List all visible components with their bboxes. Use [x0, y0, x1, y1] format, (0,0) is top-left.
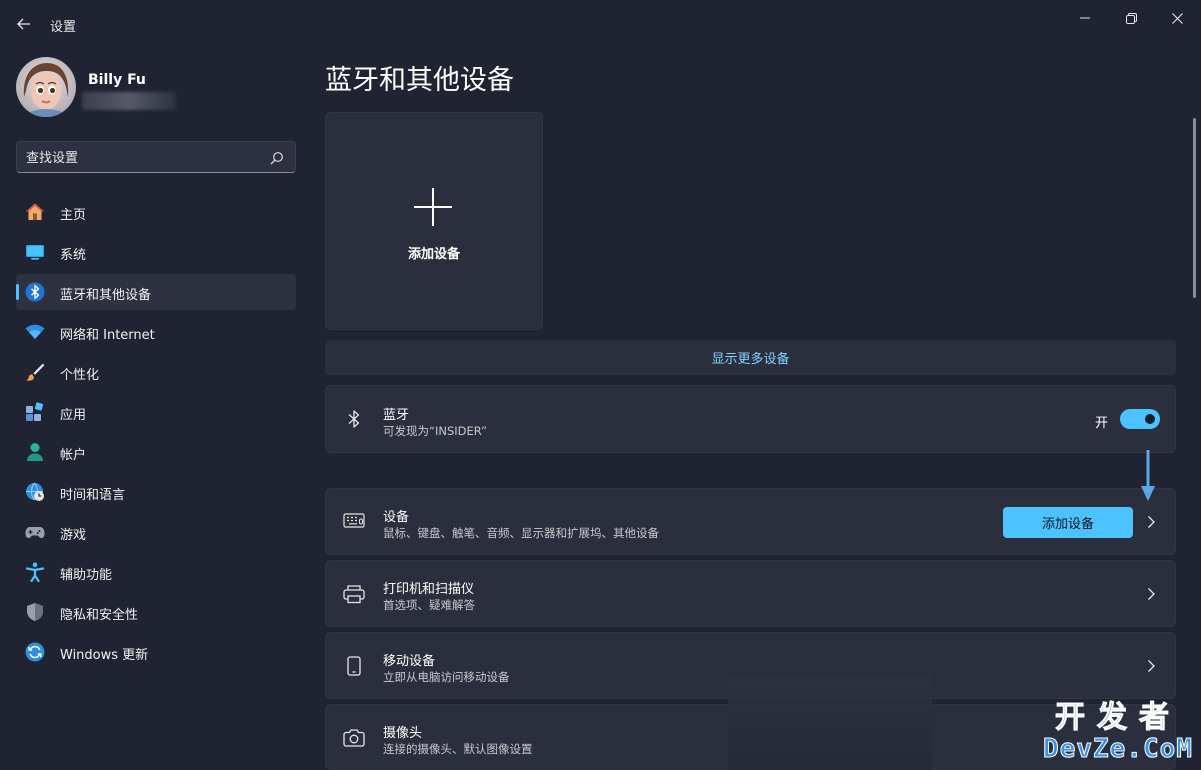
- camera-title: 摄像头: [383, 726, 423, 741]
- sidebar-item-time-language[interactable]: 时间和语言: [16, 474, 296, 510]
- sidebar-item-accounts[interactable]: 帐户: [16, 434, 296, 470]
- restore-icon: [1125, 12, 1137, 24]
- bluetooth-icon: [25, 282, 45, 302]
- apps-icon: [25, 402, 45, 422]
- printer-icon: [343, 583, 365, 605]
- add-device-tile[interactable]: 添加设备: [325, 112, 543, 330]
- bluetooth-subtitle: 可发现为“INSIDER”: [383, 424, 487, 438]
- devices-card[interactable]: 设备 鼠标、键盘、触笔、音频、显示器和扩展坞、其他设备 添加设备: [325, 488, 1176, 555]
- devices-title: 设备: [383, 510, 410, 525]
- sidebar-item-windows-update[interactable]: Windows 更新: [16, 634, 296, 670]
- sidebar-item-apps[interactable]: 应用: [16, 394, 296, 430]
- watermark-line1: 开发者: [1055, 700, 1181, 735]
- sidebar-item-system[interactable]: 系统: [16, 234, 296, 270]
- bluetooth-card: 蓝牙 可发现为“INSIDER” 开: [325, 385, 1176, 453]
- sidebar-item-label: 主页: [60, 208, 87, 223]
- sidebar-item-label: 个性化: [60, 368, 100, 383]
- sidebar-item-bluetooth[interactable]: 蓝牙和其他设备: [16, 274, 296, 310]
- chevron-right-icon[interactable]: [1144, 659, 1158, 673]
- sidebar-item-label: 蓝牙和其他设备: [60, 288, 152, 303]
- back-button[interactable]: [12, 12, 36, 36]
- sidebar-item-accessibility[interactable]: 辅助功能: [16, 554, 296, 590]
- search-icon[interactable]: [270, 151, 284, 165]
- add-device-button[interactable]: 添加设备: [1003, 507, 1133, 538]
- avatar[interactable]: [16, 57, 76, 117]
- shield-icon: [25, 602, 45, 622]
- sidebar-item-gaming[interactable]: 游戏: [16, 514, 296, 550]
- plus-icon: [414, 188, 452, 226]
- sidebar-item-label: 时间和语言: [60, 488, 126, 503]
- chevron-right-icon[interactable]: [1144, 515, 1158, 529]
- sidebar-item-network[interactable]: 网络和 Internet: [16, 314, 296, 350]
- page-title: 蓝牙和其他设备: [325, 65, 514, 96]
- show-more-devices-link[interactable]: 显示更多设备: [325, 340, 1176, 375]
- sidebar-item-label: Windows 更新: [60, 648, 149, 663]
- sidebar-item-label: 隐私和安全性: [60, 608, 139, 623]
- camera-icon: [343, 727, 365, 749]
- sidebar-item-label: 网络和 Internet: [60, 328, 155, 343]
- watermark-line2: DevZe.CoM: [1043, 734, 1193, 765]
- sidebar-item-label: 应用: [60, 408, 87, 423]
- watermark: 开发者 DevZe.CoM: [1040, 700, 1196, 765]
- search-input[interactable]: [26, 148, 256, 168]
- sidebar-item-label: 辅助功能: [60, 568, 113, 583]
- sidebar-item-label: 系统: [60, 248, 87, 263]
- minimize-icon: [1080, 17, 1090, 19]
- brush-icon: [25, 362, 45, 382]
- add-device-tile-label: 添加设备: [407, 247, 460, 262]
- search-box[interactable]: [16, 141, 296, 173]
- close-icon: [1171, 12, 1183, 24]
- title-bar: 设置: [0, 0, 1201, 48]
- close-button[interactable]: [1154, 4, 1200, 32]
- sidebar-nav: 主页 系统 蓝牙和其他设备 网络和 Internet 个性化 应用 帐户 时间和…: [16, 194, 296, 674]
- scrollbar[interactable]: [1193, 118, 1196, 298]
- chevron-right-icon[interactable]: [1144, 587, 1158, 601]
- scroll-indicator-overlay: [728, 676, 932, 770]
- bluetooth-title: 蓝牙: [383, 408, 410, 423]
- bluetooth-icon: [343, 408, 365, 430]
- sidebar-item-home[interactable]: 主页: [16, 194, 296, 230]
- mobile-devices-subtitle: 立即从电脑访问移动设备: [383, 670, 510, 684]
- accessibility-icon: [25, 562, 45, 582]
- printers-card[interactable]: 打印机和扫描仪 首选项、疑难解答: [325, 560, 1176, 627]
- account-icon: [25, 442, 45, 462]
- gamepad-icon: [25, 522, 45, 542]
- window-title: 设置: [50, 20, 77, 35]
- phone-icon: [343, 655, 365, 677]
- annotation-arrow-icon: [1141, 450, 1155, 501]
- bluetooth-toggle[interactable]: [1120, 409, 1160, 429]
- printers-title: 打印机和扫描仪: [383, 582, 475, 597]
- home-icon: [25, 202, 45, 222]
- minimize-button[interactable]: [1062, 4, 1108, 32]
- user-name: Billy Fu: [88, 72, 146, 88]
- printers-subtitle: 首选项、疑难解答: [383, 598, 475, 612]
- sidebar-item-label: 游戏: [60, 528, 87, 543]
- update-icon: [25, 642, 45, 662]
- bluetooth-toggle-label: 开: [1094, 416, 1108, 431]
- system-icon: [25, 242, 45, 262]
- sidebar-item-privacy[interactable]: 隐私和安全性: [16, 594, 296, 630]
- user-email-redacted: [82, 92, 176, 110]
- restore-button[interactable]: [1108, 4, 1154, 32]
- camera-subtitle: 连接的摄像头、默认图像设置: [383, 742, 533, 756]
- sidebar-item-personalization[interactable]: 个性化: [16, 354, 296, 390]
- devices-subtitle: 鼠标、键盘、触笔、音频、显示器和扩展坞、其他设备: [383, 526, 659, 540]
- sidebar-item-label: 帐户: [60, 448, 87, 463]
- mobile-devices-title: 移动设备: [383, 654, 436, 669]
- wifi-icon: [25, 322, 45, 342]
- globe-clock-icon: [25, 482, 45, 502]
- keyboard-device-icon: [343, 511, 365, 533]
- show-more-devices-label: 显示更多设备: [711, 352, 790, 367]
- back-arrow-icon: [17, 18, 30, 30]
